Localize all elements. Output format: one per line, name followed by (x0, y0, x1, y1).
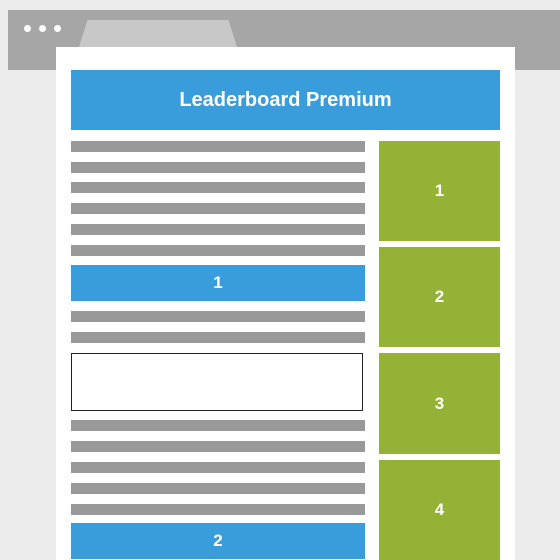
window-dot-icon[interactable] (39, 25, 46, 32)
sidebar-ad-2[interactable]: 2 (379, 247, 500, 347)
leaderboard-ad-label: Leaderboard Premium (179, 88, 392, 111)
text-line-placeholder (71, 420, 365, 431)
text-line-placeholder (71, 141, 365, 152)
text-line-placeholder (71, 224, 365, 235)
inline-ad-label: 2 (213, 531, 223, 550)
text-line-placeholder (71, 162, 365, 173)
text-line-placeholder (71, 441, 365, 452)
sidebar-ad-label: 3 (434, 393, 445, 413)
text-line-placeholder (71, 311, 365, 322)
text-line-placeholder (71, 483, 365, 494)
leaderboard-ad[interactable]: Leaderboard Premium (71, 70, 500, 130)
text-line-placeholder (71, 462, 365, 473)
browser-tab[interactable] (78, 20, 238, 50)
sidebar-ad-label: 2 (434, 287, 445, 306)
sidebar-ad-3[interactable]: 3 (379, 353, 500, 454)
inline-ad-2[interactable]: 2 (71, 523, 365, 559)
window-dot-icon[interactable] (24, 25, 31, 32)
text-line-placeholder (71, 332, 365, 343)
text-line-placeholder (71, 245, 365, 256)
window-dot-icon[interactable] (54, 25, 61, 32)
text-line-placeholder (71, 504, 365, 515)
window-controls (24, 25, 61, 32)
address-bar[interactable] (56, 47, 515, 60)
content-placeholder-box (71, 353, 363, 411)
sidebar-ad-label: 1 (434, 181, 445, 200)
sidebar-ad-label: 4 (434, 500, 445, 519)
inline-ad-1[interactable]: 1 (71, 265, 365, 301)
sidebar-ad-4[interactable]: 4 (379, 460, 500, 560)
text-line-placeholder (71, 203, 365, 214)
inline-ad-label: 1 (213, 273, 223, 292)
text-line-placeholder (71, 182, 365, 193)
sidebar-ad-1[interactable]: 1 (379, 141, 500, 241)
